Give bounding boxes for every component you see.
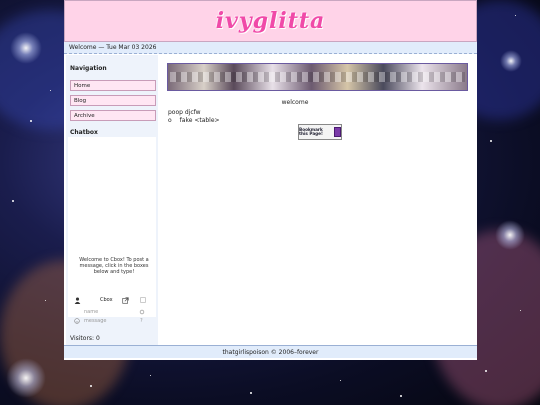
- site-banner: ivyglitta: [64, 0, 477, 42]
- welcome-bar: Welcome — Tue Mar 03 2026: [64, 42, 477, 54]
- smiley-icon[interactable]: [74, 318, 80, 324]
- page-wrapper: ivyglitta Welcome — Tue Mar 03 2026 Navi…: [64, 0, 477, 360]
- external-link-icon[interactable]: [122, 297, 129, 304]
- help-icon[interactable]: ?: [140, 318, 143, 324]
- square-icon[interactable]: [140, 297, 146, 303]
- chatbox-brand[interactable]: Cbox: [100, 297, 113, 303]
- visitor-counter: Visitors: 0: [70, 335, 100, 342]
- post-list-item: o fake <table>: [168, 117, 220, 124]
- chatbox-name-row: name: [74, 309, 154, 317]
- main-content: welcome poop djcfw o fake <table> Bookma…: [160, 55, 475, 345]
- site-title[interactable]: ivyglitta: [216, 8, 326, 34]
- post-text: poop djcfw: [168, 109, 201, 116]
- book-icon: [334, 127, 341, 137]
- nav-item-blog[interactable]: Blog: [70, 95, 156, 106]
- navigation-heading: Navigation: [70, 65, 107, 72]
- chatbox-message-row: message ?: [74, 318, 154, 326]
- chatbox-message-input[interactable]: message: [84, 318, 106, 324]
- chatbox-welcome-text: Welcome to Cbox! To post a message, clic…: [79, 257, 149, 275]
- welcome-date-text: Welcome — Tue Mar 03 2026: [69, 44, 157, 51]
- site-footer: thatgirlispoison © 2006–forever: [64, 345, 477, 358]
- chatbox-toolbar: Cbox: [74, 297, 154, 307]
- list-bullet: o: [168, 117, 172, 124]
- nav-item-home[interactable]: Home: [70, 80, 156, 91]
- bookmark-label: Bookmark this Page!: [299, 126, 323, 136]
- sidebar: Navigation Home Blog Archive Chatbox Wel…: [66, 55, 158, 345]
- user-icon[interactable]: [74, 297, 81, 304]
- chatbox-heading: Chatbox: [70, 129, 98, 136]
- list-item-text: fake <table>: [179, 117, 220, 124]
- main-welcome-text: welcome: [281, 99, 309, 106]
- chatbox-name-input[interactable]: name: [84, 309, 98, 315]
- chatbox-panel: Welcome to Cbox! To post a message, clic…: [68, 137, 156, 317]
- nav-item-archive[interactable]: Archive: [70, 110, 156, 121]
- settings-icon[interactable]: [139, 309, 145, 315]
- header-image: [167, 63, 468, 91]
- bookmark-button[interactable]: Bookmark this Page!: [298, 124, 342, 140]
- footer-text: thatgirlispoison © 2006–forever: [222, 349, 319, 356]
